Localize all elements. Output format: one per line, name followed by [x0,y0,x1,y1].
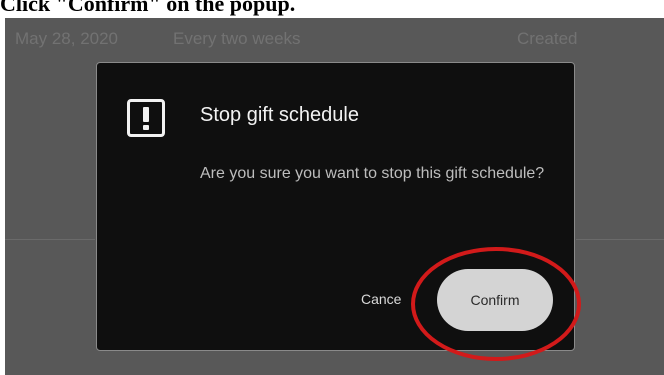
exclamation-icon [127,99,165,137]
cancel-button[interactable]: Cance [361,291,401,307]
confirm-button[interactable]: Confirm [437,269,553,331]
schedule-date: May 28, 2020 [15,29,119,48]
dialog-title: Stop gift schedule [200,104,359,126]
row-divider-right [576,239,664,240]
screenshot-area: May 28, 2020 Every two weeks Created Sto… [5,18,664,375]
gift-schedule-row: May 28, 2020 Every two weeks Created [5,18,664,62]
row-divider-left [5,239,95,240]
instruction-caption: Click "Confirm" on the popup. [0,0,296,16]
schedule-frequency: Every two weeks [173,29,301,48]
stop-schedule-dialog: Stop gift schedule Are you sure you want… [96,62,575,351]
schedule-status: Created [517,29,578,48]
dialog-message: Are you sure you want to stop this gift … [200,165,545,182]
